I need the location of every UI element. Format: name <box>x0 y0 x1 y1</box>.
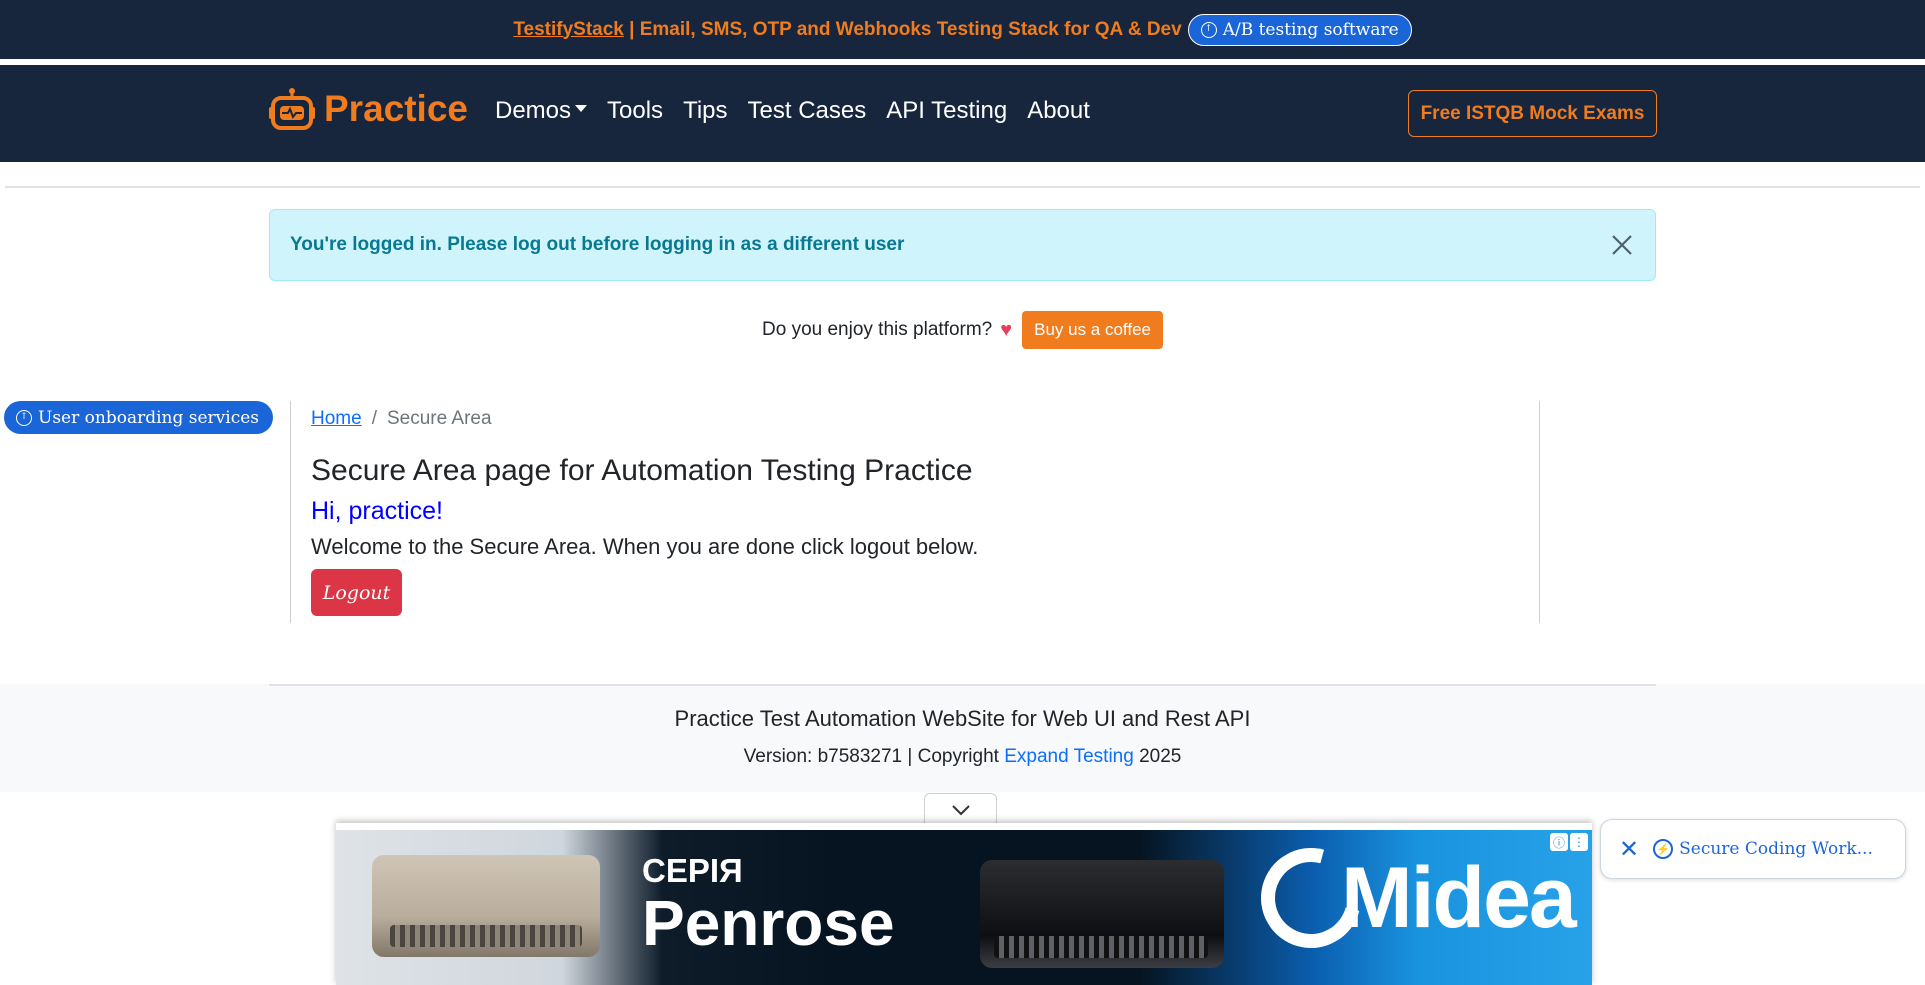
breadcrumb-separator: / <box>371 408 377 429</box>
info-icon[interactable]: ⓘ <box>1550 833 1568 851</box>
nav-item-demos-label: Demos <box>495 97 572 124</box>
footer-version: Version: b7583271 | Copyright Expand Tes… <box>0 746 1925 768</box>
ac-vent <box>994 936 1208 958</box>
user-greeting: Hi, practice! <box>311 497 443 525</box>
logout-button[interactable]: Logout <box>311 569 402 616</box>
brand-name: Practice <box>324 88 468 129</box>
heart-icon: ♥ <box>1000 318 1013 341</box>
secure-coding-chip[interactable]: ✕ ⚡ Secure Coding Work... <box>1600 819 1906 879</box>
ad-series-text: СЕРІЯ <box>642 852 743 889</box>
istqb-mock-exams-button[interactable]: Free ISTQB Mock Exams <box>1408 90 1657 137</box>
footer-title: Practice Test Automation WebSite for Web… <box>674 706 1251 731</box>
ad-container: СЕРІЯ Penrose Midea ⓘ ⋮ <box>336 823 1592 985</box>
breadcrumb: Home / Secure Area <box>311 408 1539 430</box>
secure-area-content: Home / Secure Area Secure Area page for … <box>290 401 1540 623</box>
air-conditioner-image <box>372 855 600 957</box>
login-alert: You're logged in. Please log out before … <box>269 209 1656 281</box>
nav-item-api-testing[interactable]: API Testing <box>886 97 1007 125</box>
nav-item-test-cases[interactable]: Test Cases <box>748 97 867 125</box>
expand-testing-link[interactable]: Expand Testing <box>1004 746 1134 767</box>
user-onboarding-label: User onboarding services <box>38 407 260 428</box>
nav-item-demos[interactable]: Demos <box>495 97 588 125</box>
bolt-icon: ⚡ <box>1653 839 1674 859</box>
midea-logo: Midea <box>1242 830 1577 967</box>
breadcrumb-current: Secure Area <box>386 408 492 429</box>
buy-coffee-button[interactable]: Buy us a coffee <box>1022 311 1163 349</box>
nav-item-about[interactable]: About <box>1027 97 1090 125</box>
footer-version-text: Version: b7583271 | Copyright <box>743 746 1005 767</box>
brand-logo[interactable]: Practice <box>268 85 468 133</box>
promo-text: TestifyStack | Email, SMS, OTP and Webho… <box>513 19 1181 41</box>
promo-tagline: | Email, SMS, OTP and Webhooks Testing S… <box>623 18 1182 40</box>
ad-model-text: Penrose <box>642 887 895 959</box>
main-navbar: Practice Demos Tools Tips Test Cases API… <box>0 65 1925 162</box>
caret-down-icon <box>575 105 588 113</box>
arrow-circle-icon: ↑ <box>1200 21 1217 38</box>
footer: Practice Test Automation WebSite for Web… <box>0 684 1925 792</box>
ad-controls: ⓘ ⋮ <box>1550 833 1588 851</box>
breadcrumb-home-link[interactable]: Home <box>311 408 362 430</box>
footer-divider <box>269 684 1656 686</box>
page-title: Secure Area page for Automation Testing … <box>311 454 973 487</box>
welcome-message: Welcome to the Secure Area. When you are… <box>311 534 979 559</box>
secure-coding-label: Secure Coding Work... <box>1679 839 1873 859</box>
arrow-circle-icon: ↑ <box>16 409 32 426</box>
promo-bar: TestifyStack | Email, SMS, OTP and Webho… <box>0 0 1925 62</box>
support-question: Do you enjoy this platform? <box>762 319 993 340</box>
nav-item-tips[interactable]: Tips <box>683 97 727 125</box>
support-row: Do you enjoy this platform? ♥ Buy us a c… <box>0 311 1925 349</box>
user-onboarding-pill[interactable]: ↑ User onboarding services <box>4 401 274 434</box>
more-vertical-icon[interactable]: ⋮ <box>1570 833 1588 851</box>
secure-coding-link[interactable]: ⚡ Secure Coding Work... <box>1653 839 1873 859</box>
footer-year: 2025 <box>1133 746 1182 767</box>
ab-testing-pill[interactable]: ↑ A/B testing software <box>1187 13 1412 46</box>
air-conditioner-image <box>980 860 1224 968</box>
midea-wordmark: Midea <box>1341 849 1577 946</box>
nav-menu: Demos Tools Tips Test Cases API Testing … <box>495 97 1090 125</box>
ad-collapse-toggle[interactable] <box>924 793 997 825</box>
alert-message: You're logged in. Please log out before … <box>290 234 905 255</box>
nav-item-tools[interactable]: Tools <box>607 97 663 125</box>
ab-testing-label: A/B testing software <box>1222 19 1399 40</box>
ac-vent <box>390 925 582 947</box>
close-icon[interactable]: ✕ <box>1619 835 1639 864</box>
robot-icon <box>269 88 315 130</box>
chevron-down-icon <box>951 804 970 815</box>
testifystack-link[interactable]: TestifyStack <box>513 19 624 40</box>
close-icon[interactable] <box>1609 232 1635 258</box>
ad-banner[interactable]: СЕРІЯ Penrose Midea ⓘ ⋮ <box>336 830 1592 985</box>
divider <box>5 186 1920 188</box>
